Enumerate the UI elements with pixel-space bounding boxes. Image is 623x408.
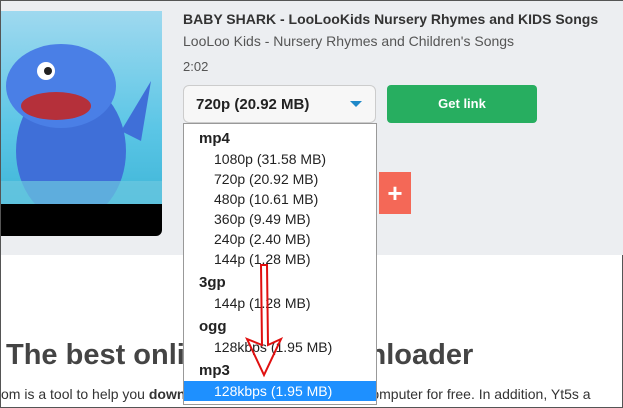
dropdown-group-3gp: 3gp [199, 274, 226, 291]
plus-button[interactable]: + [379, 172, 411, 214]
dropdown-group-ogg: ogg [199, 318, 227, 335]
shark-image [1, 44, 162, 221]
desc-text: om is a tool to help you [1, 386, 149, 402]
dropdown-option[interactable]: 240p (2.40 MB) [184, 229, 376, 249]
dropdown-option[interactable]: 1080p (31.58 MB) [184, 149, 376, 169]
dropdown-option[interactable]: 480p (10.61 MB) [184, 189, 376, 209]
dropdown-group-mp3: mp3 [199, 362, 230, 379]
red-arrow-annotation [245, 264, 284, 378]
video-channel: LooLoo Kids - Nursery Rhymes and Childre… [183, 33, 515, 49]
desc-bold: down [148, 386, 186, 402]
caret-down-icon [350, 101, 362, 107]
video-duration: 2:02 [183, 59, 209, 74]
video-title: BABY SHARK - LooLooKids Nursery Rhymes a… [183, 11, 599, 27]
format-select[interactable]: 720p (20.92 MB) [183, 85, 376, 123]
dropdown-option[interactable]: 720p (20.92 MB) [184, 169, 376, 189]
video-thumbnail [1, 11, 162, 236]
dropdown-option[interactable]: 128kbps (1.95 MB) [184, 381, 376, 401]
dropdown-group-mp4: mp4 [199, 130, 230, 147]
format-select-value: 720p (20.92 MB) [196, 96, 310, 113]
get-link-button[interactable]: Get link [387, 85, 537, 123]
dropdown-option[interactable]: 360p (9.49 MB) [184, 209, 376, 229]
